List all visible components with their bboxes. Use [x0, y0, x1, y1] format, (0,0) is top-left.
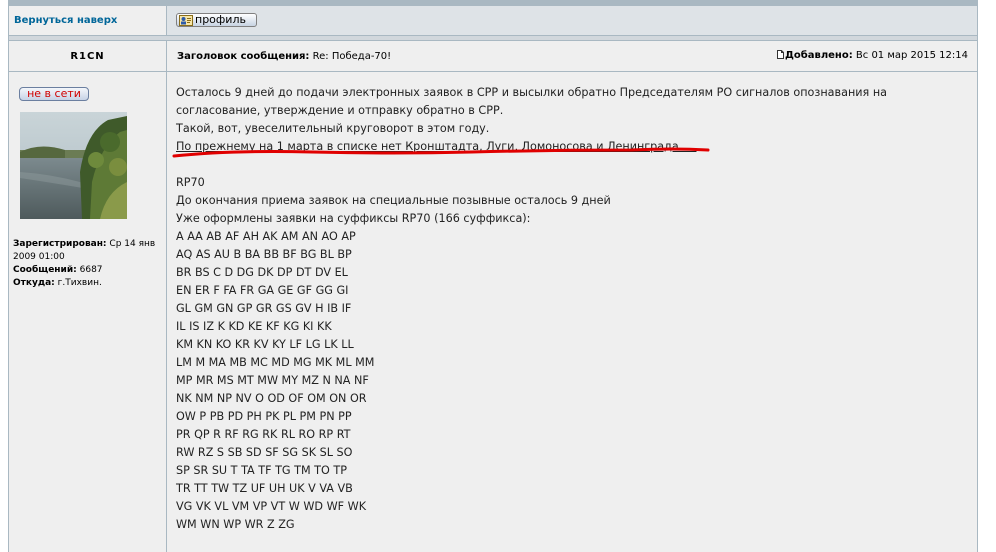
paragraph-line: Осталось 9 дней до подачи электронных за… — [176, 86, 887, 99]
posted-label: Добавлено: — [784, 50, 853, 61]
suffix-line: SP SR SU T TA TF TG TM TO TP — [176, 464, 347, 477]
suffix-line: IL IS IZ K KD KE KF KG KI KK — [176, 320, 332, 333]
document-icon[interactable] — [776, 50, 784, 59]
suffix-line: BR BS C D DG DK DP DT DV EL — [176, 266, 348, 279]
suffix-line: TR TT TW TZ UF UH UK V VA VB — [176, 482, 353, 495]
author-profile-cell: не в сети Зарегистрирован: Ср 14 янв 200… — [9, 72, 166, 552]
post-header-cell: Заголовок сообщения: Re: Победа-70! Доба… — [167, 41, 977, 71]
top-nav-row: Вернуться наверх профиль — [9, 6, 977, 35]
suffix-line: AQ AS AU B BA BB BF BG BL BP — [176, 248, 352, 261]
post-content-cell: Осталось 9 дней до подачи электронных за… — [167, 72, 977, 552]
paragraph-line: До окончания приема заявок на специальны… — [176, 194, 611, 207]
suffix-line: EN ER F FA FR GA GE GF GG GI — [176, 284, 349, 297]
top-right-cell: профиль — [167, 6, 977, 35]
post-header-row: R1CN Заголовок сообщения: Re: Победа-70!… — [9, 41, 977, 71]
from-label: Откуда: — [13, 278, 55, 288]
suffix-line: MP MR MS MT MW MY MZ N NA NF — [176, 374, 369, 387]
subject-label: Заголовок сообщения: — [177, 51, 310, 62]
suffix-line: NK NM NP NV O OD OF OM ON OR — [176, 392, 367, 405]
avatar — [20, 112, 127, 219]
from-value: г.Тихвин. — [57, 278, 102, 288]
paragraph-line: RP70 — [176, 176, 205, 189]
paragraph-line: согласование, утверждение и отправку обр… — [176, 104, 504, 117]
profile-button[interactable]: профиль — [176, 13, 257, 27]
post-subject: Заголовок сообщения: Re: Победа-70! — [177, 51, 391, 62]
forum-post-table: Вернуться наверх профиль R1CN Заголовок … — [8, 0, 978, 552]
posts-count: 6687 — [79, 265, 103, 275]
top-left-cell: Вернуться наверх — [9, 6, 166, 35]
suffix-line: VG VK VL VM VP VT W WD WF WK — [176, 500, 367, 513]
author-cell: R1CN — [9, 41, 166, 71]
post-date: Добавлено: Вс 01 мар 2015 12:14 — [776, 50, 968, 61]
paragraph-line: Уже оформлены заявки на суффиксы RP70 (1… — [176, 212, 531, 225]
user-card-icon — [179, 15, 193, 26]
row-separator — [9, 36, 977, 40]
suffix-line: RW RZ S SB SD SF SG SK SL SO — [176, 446, 353, 459]
author-name[interactable]: R1CN — [9, 51, 166, 62]
back-to-top-link[interactable]: Вернуться наверх — [14, 15, 117, 26]
profile-button-label: профиль — [195, 13, 246, 26]
posts-label: Сообщений: — [13, 265, 77, 275]
suffix-line: WM WN WP WR Z ZG — [176, 518, 295, 531]
author-profile-info: Зарегистрирован: Ср 14 янв 2009 01:00 Со… — [13, 238, 163, 290]
suffix-line: OW P PB PD PH PK PL PM PN PP — [176, 410, 352, 423]
paragraph-line: Такой, вот, увеселительный круговорот в … — [176, 122, 490, 135]
post-body-row: не в сети Зарегистрирован: Ср 14 янв 200… — [9, 72, 977, 552]
red-underline-mark — [172, 147, 710, 158]
suffix-line: LM M MA MB MC MD MG MK ML MM — [176, 356, 375, 369]
posted-date: Вс 01 мар 2015 12:14 — [855, 50, 968, 61]
suffix-line: PR QP R RF RG RK RL RO RP RT — [176, 428, 351, 441]
registered-label: Зарегистрирован: — [13, 239, 107, 249]
subject-text: Re: Победа-70! — [312, 51, 392, 62]
suffix-line: A AA AB AF AH AK AM AN AO AP — [176, 230, 356, 243]
suffix-line: KM KN KO KR KV KY LF LG LK LL — [176, 338, 354, 351]
offline-status-button[interactable]: не в сети — [19, 87, 89, 101]
suffix-line: GL GM GN GP GR GS GV H IB IF — [176, 302, 352, 315]
